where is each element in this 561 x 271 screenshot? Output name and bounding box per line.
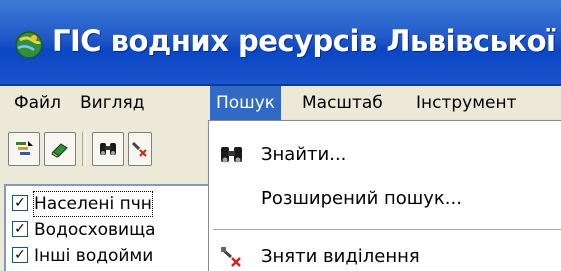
- app-globe-icon: [15, 31, 43, 59]
- add-layer-button[interactable]: [8, 132, 40, 166]
- clear-button[interactable]: [44, 132, 76, 166]
- layer-label: Населені пчн: [33, 191, 153, 217]
- menu-item-find[interactable]: Знайти...: [209, 133, 561, 177]
- menu-file[interactable]: Файл: [8, 86, 67, 120]
- menu-search[interactable]: Пошук: [210, 86, 282, 120]
- layer-add-icon: [16, 141, 33, 155]
- menu-view[interactable]: Вигляд: [74, 86, 151, 120]
- clear-selection-icon: [221, 247, 241, 267]
- menu-zoom[interactable]: Масштаб: [296, 86, 389, 120]
- menu-item-label: Знайти...: [261, 144, 347, 165]
- layer-checkbox[interactable]: ✓: [12, 247, 28, 263]
- menu-item-label: Зняти виділення: [261, 246, 420, 267]
- eraser-icon: [51, 143, 68, 158]
- clear-selection-icon: [131, 141, 147, 157]
- layer-checkbox[interactable]: ✓: [12, 195, 28, 211]
- toolbar-separator: [82, 132, 86, 166]
- binoculars-icon: [100, 143, 116, 155]
- menu-separator: [213, 229, 561, 231]
- app-window: ГІС водних ресурсів Львівської обл Файл …: [0, 0, 561, 271]
- layer-label: Водосховища: [34, 220, 156, 240]
- find-button[interactable]: [92, 132, 124, 166]
- binoculars-icon: [221, 147, 242, 163]
- menu-bar: Файл Вигляд Пошук Масштаб Інструмент: [0, 86, 561, 120]
- layer-label: Інші водойми: [34, 246, 154, 266]
- search-menu-dropdown: Знайти... Розширений пошук... Зняти виді…: [208, 120, 561, 271]
- window-title: ГІС водних ресурсів Львівської обл: [52, 24, 561, 58]
- menu-item-label: Розширений пошук...: [261, 188, 462, 209]
- layer-checkbox[interactable]: ✓: [12, 221, 28, 237]
- menu-item-clear-selection[interactable]: Зняти виділення: [209, 235, 561, 271]
- menu-item-advanced-search[interactable]: Розширений пошук...: [209, 177, 561, 221]
- clear-selection-button[interactable]: [128, 132, 152, 166]
- toolbar: [0, 124, 220, 178]
- title-bar[interactable]: ГІС водних ресурсів Львівської обл: [0, 0, 561, 86]
- layer-list: ✓ Населені пчн ✓ Водосховища ✓ Інші водо…: [4, 184, 214, 271]
- menu-tools[interactable]: Інструмент: [410, 86, 523, 120]
